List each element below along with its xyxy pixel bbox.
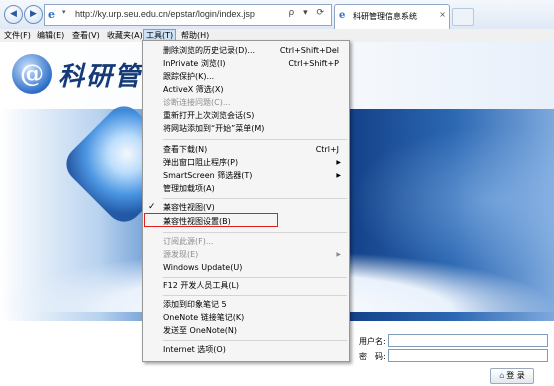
forward-button[interactable]: ▶	[24, 5, 43, 24]
menuitem-label: Windows Update(U)	[163, 263, 243, 272]
menuitem-label: 诊断连接问题(C)...	[163, 98, 231, 107]
menu-file[interactable]: 文件(F)	[4, 30, 31, 41]
menuitem-label: 将网站添加到“开始”菜单(M)	[163, 124, 265, 133]
menuitem-add-to-start[interactable]: 将网站添加到“开始”菜单(M)	[163, 122, 347, 135]
menuitem-internet-options[interactable]: Internet 选项(O)	[163, 343, 347, 356]
menuitem-subscribe-feed: 订阅此源(F)...	[163, 235, 347, 248]
login-icon: ⌂	[499, 371, 505, 380]
menu-edit[interactable]: 编辑(E)	[37, 30, 64, 41]
menuitem-reopen-session[interactable]: 重新打开上次浏览会话(S)	[163, 109, 347, 122]
menuitem-label: 重新打开上次浏览会话(S)	[163, 111, 255, 120]
address-search-refresh-icons[interactable]: ρ ▾ ⟳	[289, 8, 328, 18]
menuitem-delete-history[interactable]: 删除浏览的历史记录(D)... Ctrl+Shift+Del	[163, 44, 347, 57]
menuitem-popup-blocker[interactable]: 弹出窗口阻止程序(P) ▶	[163, 156, 347, 169]
menu-separator	[163, 232, 347, 233]
submenu-arrow-icon: ▶	[336, 251, 341, 258]
menuitem-activex-filter[interactable]: ActiveX 筛选(X)	[163, 83, 347, 96]
browser-tab[interactable]: e 科研管理信息系统 ×	[334, 4, 450, 29]
ie-page-icon: e	[48, 8, 55, 21]
menuitem-onenote-linked[interactable]: OneNote 链接笔记(K)	[163, 311, 347, 324]
menuitem-label: 兼容性视图(V)	[163, 203, 215, 212]
menuitem-label: 订阅此源(F)...	[163, 237, 214, 246]
menuitem-label: 源发现(E)	[163, 250, 199, 259]
submenu-arrow-icon: ▶	[336, 172, 341, 179]
menuitem-label: OneNote 链接笔记(K)	[163, 313, 245, 322]
menuitem-view-downloads[interactable]: 查看下载(N) Ctrl+J	[163, 143, 347, 156]
tab-title: 科研管理信息系统	[353, 12, 417, 21]
username-input[interactable]	[388, 334, 548, 347]
menuitem-label: 发送至 OneNote(N)	[163, 326, 237, 335]
menuitem-label: ActiveX 筛选(X)	[163, 85, 224, 94]
tools-dropdown-menu: 删除浏览的历史记录(D)... Ctrl+Shift+Del InPrivate …	[142, 40, 350, 362]
address-bar[interactable]: e ▾ http://ky.urp.seu.edu.cn/epstar/logi…	[44, 4, 332, 26]
back-icon: ◀	[10, 9, 17, 19]
menuitem-label: 弹出窗口阻止程序(P)	[163, 158, 239, 167]
highlight-annotation-box	[144, 213, 278, 227]
menuitem-evernote[interactable]: 添加到印象笔记 5	[163, 298, 347, 311]
login-button[interactable]: ⌂ 登 录	[490, 368, 534, 384]
menu-favorites[interactable]: 收藏夹(A)	[107, 30, 143, 41]
back-button[interactable]: ◀	[4, 5, 23, 24]
username-label: 用户名:	[359, 337, 386, 346]
menu-view[interactable]: 查看(V)	[72, 30, 100, 41]
menuitem-label: 添加到印象笔记 5	[163, 300, 227, 309]
menu-separator	[163, 198, 347, 199]
menuitem-label: 管理加载项(A)	[163, 184, 215, 193]
tab-close-icon[interactable]: ×	[439, 10, 446, 19]
address-url[interactable]: http://ky.urp.seu.edu.cn/epstar/login/in…	[75, 9, 255, 19]
menuitem-shortcut: Ctrl+Shift+P	[288, 59, 339, 68]
login-button-label: 登 录	[506, 371, 525, 380]
menuitem-inprivate[interactable]: InPrivate 浏览(I) Ctrl+Shift+P	[163, 57, 347, 70]
menuitem-label: 删除浏览的历史记录(D)...	[163, 46, 256, 55]
menuitem-label: 跟踪保护(K)...	[163, 72, 215, 81]
menuitem-smartscreen[interactable]: SmartScreen 筛选器(T) ▶	[163, 169, 347, 182]
menu-separator	[163, 139, 347, 140]
menuitem-feed-discovery: 源发现(E) ▶	[163, 248, 347, 261]
menu-separator	[163, 295, 347, 296]
address-dropdown-icon[interactable]: ▾	[62, 8, 66, 16]
menuitem-label: InPrivate 浏览(I)	[163, 59, 226, 68]
new-tab-button[interactable]	[452, 8, 474, 26]
browser-toolbar: ◀ ▶ e ▾ http://ky.urp.seu.edu.cn/epstar/…	[0, 0, 554, 30]
menuitem-tracking-protection[interactable]: 跟踪保护(K)...	[163, 70, 347, 83]
menuitem-shortcut: Ctrl+J	[315, 145, 339, 154]
menuitem-label: F12 开发人员工具(L)	[163, 281, 240, 290]
menuitem-diagnose: 诊断连接问题(C)...	[163, 96, 347, 109]
menuitem-label: 查看下载(N)	[163, 145, 208, 154]
menu-separator	[163, 340, 347, 341]
tab-ie-icon: e	[339, 10, 346, 21]
menuitem-send-onenote[interactable]: 发送至 OneNote(N)	[163, 324, 347, 337]
submenu-arrow-icon: ▶	[336, 159, 341, 166]
menu-separator	[163, 277, 347, 278]
menuitem-windows-update[interactable]: Windows Update(U)	[163, 261, 347, 274]
menuitem-shortcut: Ctrl+Shift+Del	[279, 46, 339, 55]
menuitem-label: SmartScreen 筛选器(T)	[163, 171, 253, 180]
password-input[interactable]	[388, 349, 548, 362]
password-label: 密 码:	[359, 352, 386, 361]
menuitem-f12-devtools[interactable]: F12 开发人员工具(L)	[163, 279, 347, 292]
menuitem-manage-addons[interactable]: 管理加载项(A)	[163, 182, 347, 195]
menuitem-label: Internet 选项(O)	[163, 345, 226, 354]
site-logo-icon: @	[12, 54, 52, 94]
forward-icon: ▶	[30, 9, 37, 19]
